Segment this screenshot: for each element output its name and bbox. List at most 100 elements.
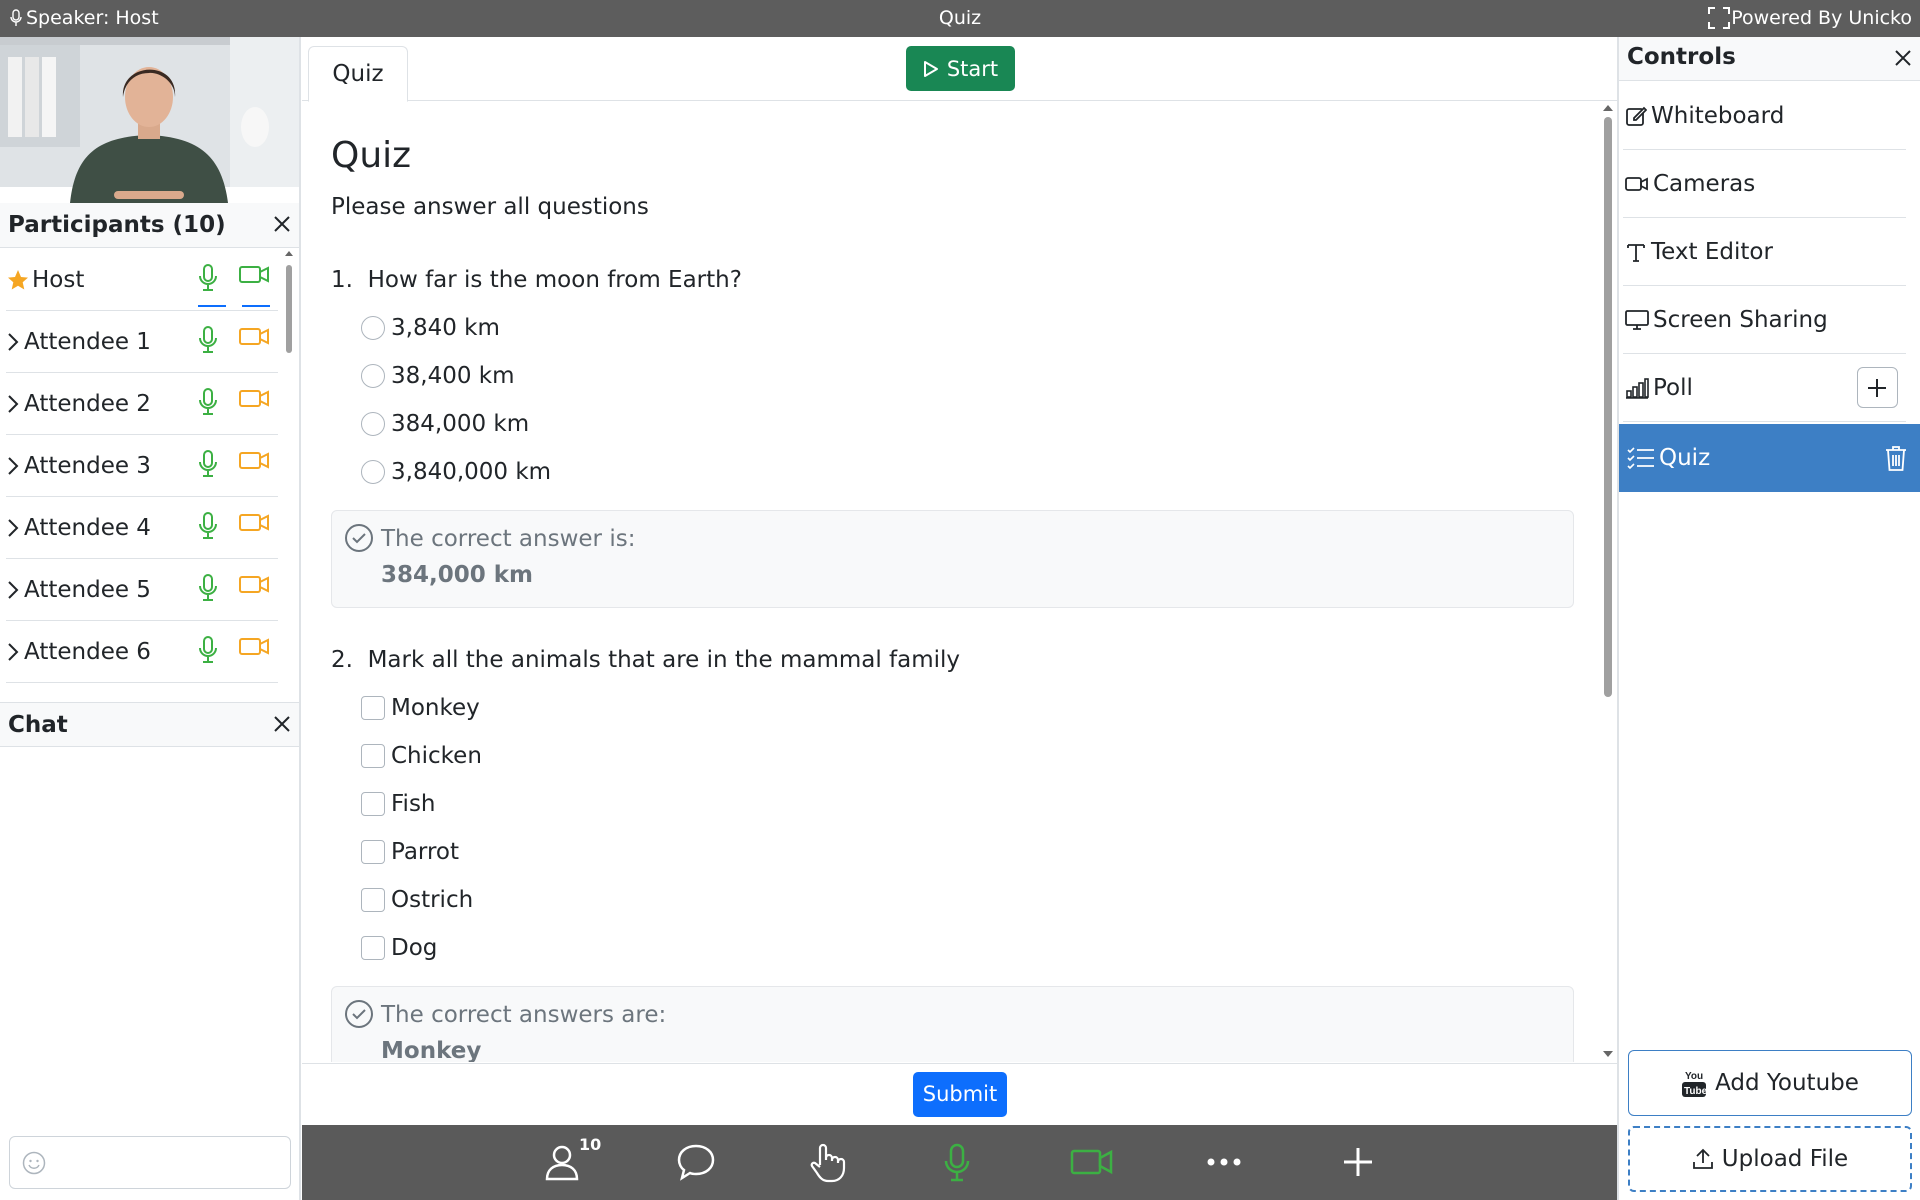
chevron-right-icon[interactable] (6, 518, 20, 538)
participant-row[interactable]: Attendee 6 (6, 621, 278, 683)
chat-input[interactable] (9, 1136, 291, 1189)
participant-row[interactable]: Attendee 1 (6, 311, 278, 373)
checkbox[interactable] (361, 840, 385, 864)
svg-text:You: You (1685, 1071, 1703, 1082)
checkbox[interactable] (361, 696, 385, 720)
radio-button[interactable] (361, 460, 385, 484)
fullscreen-button[interactable] (1707, 6, 1731, 30)
mic-toggle[interactable] (198, 635, 218, 665)
camera-icon (239, 638, 269, 655)
mic-toggle[interactable] (198, 511, 218, 541)
add-youtube-button[interactable]: You Tube Add Youtube (1628, 1050, 1912, 1116)
answer-option[interactable]: Monkey (361, 695, 480, 721)
close-controls-button[interactable] (1894, 49, 1912, 67)
microphone-button[interactable] (944, 1143, 970, 1183)
chat-title: Chat (8, 712, 68, 738)
option-label: Monkey (391, 695, 480, 721)
submit-button[interactable]: Submit (913, 1072, 1007, 1117)
control-screen-sharing[interactable]: Screen Sharing (1623, 286, 1906, 354)
tab-quiz[interactable]: Quiz (308, 46, 408, 102)
emoji-icon (22, 1151, 46, 1175)
checklist-icon (1627, 447, 1654, 470)
answer-option[interactable]: 3,840 km (361, 315, 500, 341)
participant-row[interactable]: Attendee 3 (6, 435, 278, 497)
more-button[interactable] (1206, 1157, 1242, 1167)
mic-toggle[interactable] (198, 449, 218, 479)
control-poll[interactable]: Poll (1623, 354, 1906, 422)
chevron-right-icon[interactable] (6, 642, 20, 662)
mic-toggle[interactable] (198, 263, 218, 293)
option-label: 3,840,000 km (391, 459, 552, 485)
control-cameras[interactable]: Cameras (1623, 150, 1906, 218)
radio-button[interactable] (361, 412, 385, 436)
close-chat-button[interactable] (273, 715, 291, 733)
close-icon (1895, 50, 1911, 66)
participant-name: Attendee 3 (24, 452, 151, 479)
raise-hand-button[interactable] (808, 1143, 846, 1183)
quiz-title: Quiz (331, 135, 412, 176)
participants-scrollbar[interactable] (284, 249, 294, 739)
participants-button[interactable]: 10 (544, 1135, 601, 1181)
answer-option[interactable]: 384,000 km (361, 411, 529, 437)
close-participants-button[interactable] (273, 215, 291, 233)
answer-option[interactable]: Fish (361, 791, 436, 817)
radio-button[interactable] (361, 316, 385, 340)
camera-toggle[interactable] (238, 387, 270, 409)
answer-option[interactable]: Chicken (361, 743, 482, 769)
chat-button[interactable] (676, 1143, 716, 1181)
participant-row[interactable]: Attendee 4 (6, 497, 278, 559)
answer-label: The correct answers are: (381, 1002, 667, 1028)
trash-icon (1886, 446, 1906, 471)
content-scrollbar[interactable] (1600, 103, 1616, 1059)
start-button[interactable]: Start (906, 46, 1015, 91)
checkbox[interactable] (361, 888, 385, 912)
radio-button[interactable] (361, 364, 385, 388)
chevron-right-icon[interactable] (6, 394, 20, 414)
chevron-right-icon[interactable] (6, 580, 20, 600)
pencil-square-icon (1626, 106, 1647, 126)
chevron-right-icon[interactable] (6, 332, 20, 352)
control-text-editor[interactable]: Text Editor (1623, 218, 1906, 286)
camera-toggle[interactable] (238, 449, 270, 471)
delete-quiz-button[interactable] (1882, 444, 1912, 472)
checkbox[interactable] (361, 936, 385, 960)
emoji-button[interactable] (22, 1151, 46, 1175)
camera-button[interactable] (1070, 1147, 1114, 1177)
camera-toggle[interactable] (238, 573, 270, 595)
camera-icon (239, 266, 269, 283)
mic-toggle[interactable] (198, 573, 218, 603)
mic-toggle[interactable] (198, 387, 218, 417)
window-title: Quiz (938, 7, 982, 29)
camera-toggle[interactable] (238, 635, 270, 657)
mic-toggle[interactable] (198, 325, 218, 355)
left-panel: Participants (10) Host Attendee 1 Attend… (0, 37, 301, 1200)
chevron-right-icon[interactable] (6, 456, 20, 476)
controls-panel: Controls Whiteboard Cameras Text Editor … (1617, 37, 1920, 1200)
upload-file-button[interactable]: Upload File (1628, 1126, 1912, 1192)
question-1: 1. How far is the moon from Earth? (331, 267, 742, 293)
participant-name: Attendee 6 (24, 638, 151, 665)
checkbox[interactable] (361, 792, 385, 816)
answer-option[interactable]: 3,840,000 km (361, 459, 551, 485)
control-whiteboard[interactable]: Whiteboard (1623, 82, 1906, 150)
answer-option[interactable]: Dog (361, 935, 437, 961)
camera-toggle[interactable] (238, 325, 270, 347)
answer-option[interactable]: Parrot (361, 839, 459, 865)
answer-option[interactable]: Ostrich (361, 887, 473, 913)
upload-file-label: Upload File (1721, 1146, 1849, 1172)
participant-row[interactable]: Attendee 5 (6, 559, 278, 621)
question-text: Mark all the animals that are in the mam… (367, 647, 961, 673)
close-icon (274, 216, 290, 232)
answer-option[interactable]: 38,400 km (361, 363, 515, 389)
add-button[interactable] (1342, 1145, 1374, 1179)
camera-toggle[interactable] (238, 263, 270, 285)
upload-icon (1692, 1148, 1713, 1169)
camera-toggle[interactable] (238, 511, 270, 533)
participant-row-host[interactable]: Host (6, 249, 278, 311)
mic-active-underline (198, 305, 226, 307)
add-poll-button[interactable] (1857, 367, 1898, 408)
control-quiz[interactable]: Quiz (1619, 424, 1920, 492)
bar-chart-icon (1626, 377, 1649, 399)
participant-row[interactable]: Attendee 2 (6, 373, 278, 435)
checkbox[interactable] (361, 744, 385, 768)
